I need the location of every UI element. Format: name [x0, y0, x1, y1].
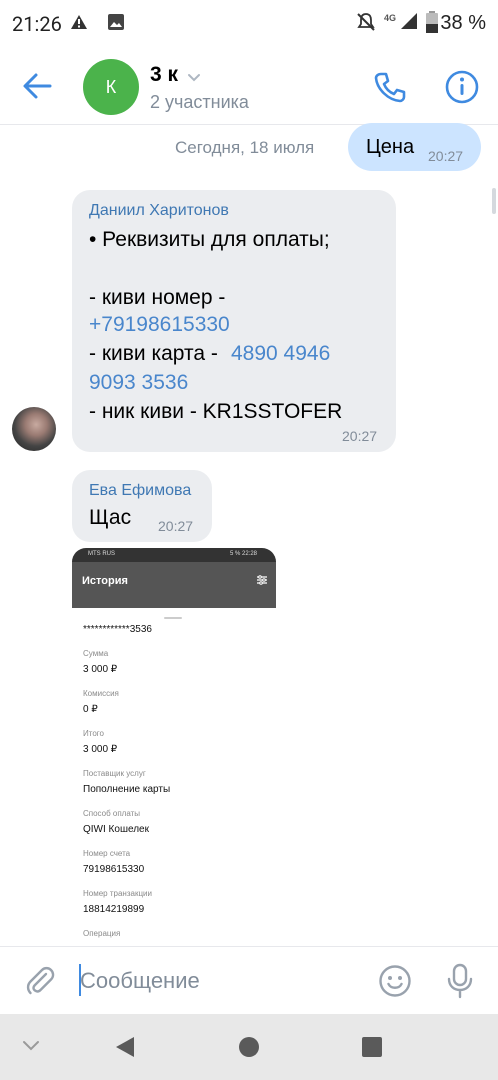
card-number: ************3536: [83, 624, 152, 635]
paperclip-icon[interactable]: [24, 965, 56, 997]
date-separator: Сегодня, 18 июля: [175, 138, 315, 157]
image-attachment[interactable]: MTS RUS 5 % 22:28 История ************35…: [72, 548, 276, 946]
message-time: 20:27: [158, 518, 194, 534]
nav-home-icon[interactable]: [238, 1036, 260, 1058]
chevron-down-icon[interactable]: [187, 73, 201, 83]
signal-icon: [401, 13, 417, 29]
message-time: 20:27: [428, 148, 464, 164]
phone-icon[interactable]: [372, 69, 408, 105]
nav-back-icon[interactable]: [114, 1035, 136, 1059]
chat-subtitle: 2 участника: [150, 92, 249, 112]
message-composer: [0, 946, 498, 1015]
message-line: - ник киви - KR1SSTOFER: [89, 400, 343, 423]
message-line: • Реквизиты для оплаты;: [89, 228, 330, 251]
battery-percent: 38 %: [440, 12, 486, 34]
network-type: 4G: [384, 13, 397, 23]
message-input[interactable]: [80, 961, 360, 1001]
drag-handle: [164, 617, 182, 619]
card-number-link[interactable]: 4890 4946: [231, 339, 330, 368]
warning-icon: [71, 15, 87, 29]
phone-link[interactable]: +79198615330: [89, 310, 230, 339]
chat-avatar[interactable]: К: [83, 59, 139, 115]
system-nav-bar: [0, 1014, 498, 1080]
own-message-text: Цена: [366, 136, 415, 158]
battery-icon: [426, 11, 438, 33]
message-time: 20:27: [342, 428, 378, 444]
emoji-icon[interactable]: [378, 964, 412, 998]
scrollbar[interactable]: [492, 188, 496, 214]
nav-down-icon[interactable]: [22, 1040, 40, 1052]
chat-title[interactable]: 3 к: [150, 63, 178, 87]
image-icon: [108, 14, 124, 30]
chat-header: К 3 к 2 участника: [0, 48, 498, 125]
status-bar: 21:26 4G 38 %: [0, 0, 498, 48]
mute-icon: [357, 13, 375, 31]
attachment-status-bar: MTS RUS 5 % 22:28: [72, 548, 276, 562]
back-arrow-icon[interactable]: [20, 68, 56, 104]
microphone-icon[interactable]: [445, 963, 475, 999]
info-icon[interactable]: [444, 69, 480, 105]
sender-name[interactable]: Даниил Харитонов: [89, 202, 229, 220]
message-text: Щас: [89, 506, 132, 529]
text-caret: [79, 964, 81, 996]
nav-recents-icon[interactable]: [361, 1036, 383, 1058]
message-line: - киви карта -: [89, 342, 218, 365]
avatar[interactable]: [12, 407, 56, 451]
filter-icon: [257, 575, 267, 585]
attachment-title: История: [82, 575, 128, 587]
card-number-link[interactable]: 9093 3536: [89, 368, 188, 397]
sender-name[interactable]: Ева Ефимова: [89, 482, 191, 500]
message-line: - киви номер -: [89, 286, 226, 309]
status-time: 21:26: [12, 12, 62, 36]
